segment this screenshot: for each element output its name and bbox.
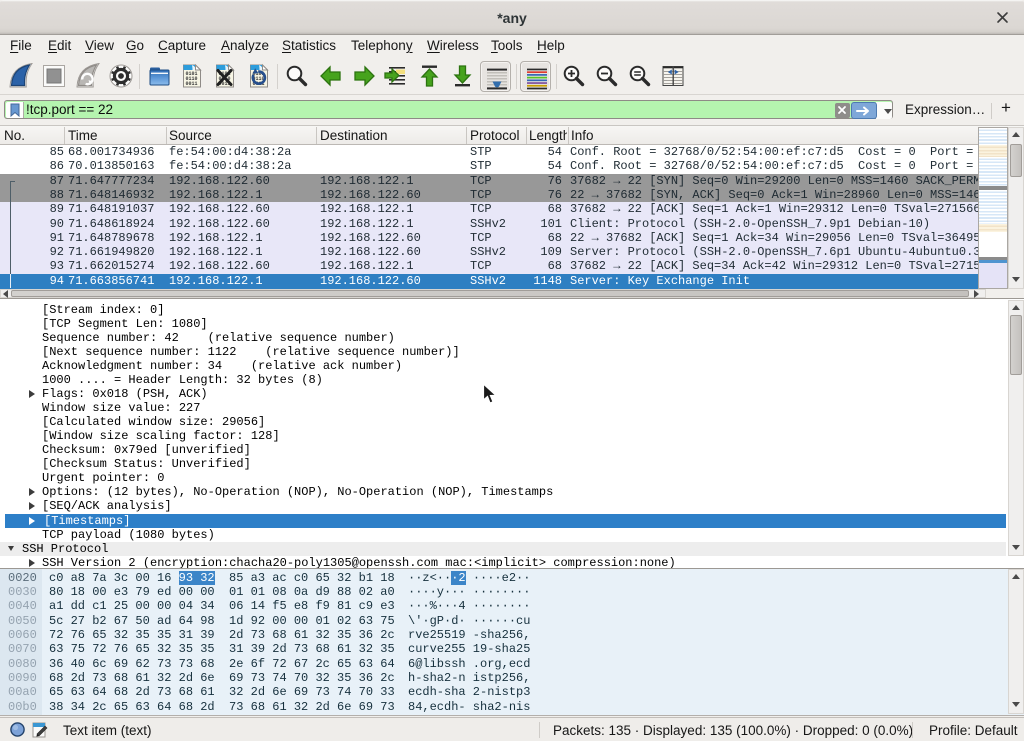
svg-text:0011: 0011 — [186, 81, 198, 87]
